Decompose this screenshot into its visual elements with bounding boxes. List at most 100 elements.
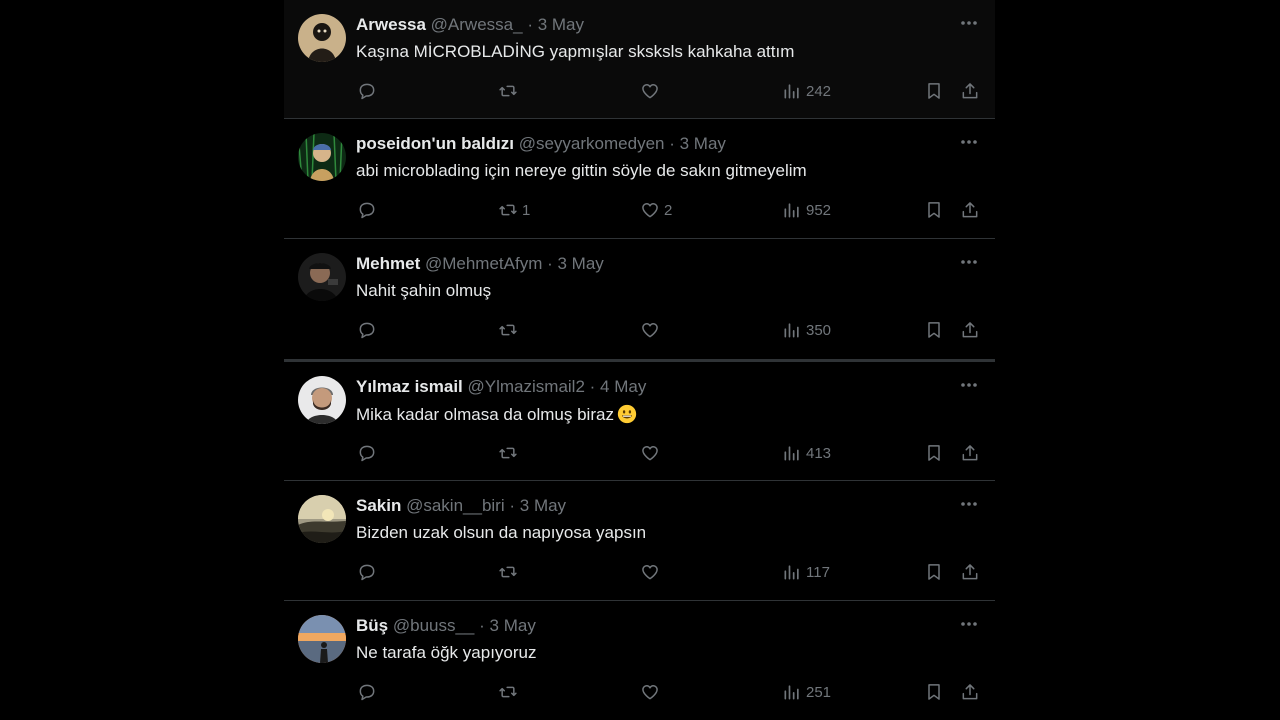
retweet-button[interactable] — [498, 80, 522, 102]
bookmark-button[interactable] — [924, 199, 944, 221]
user-handle[interactable]: @buuss__ — [393, 616, 475, 635]
tweet-date[interactable]: 3 May — [538, 15, 584, 34]
display-name[interactable]: Büş — [356, 616, 388, 635]
user-handle[interactable]: @MehmetAfym — [425, 254, 542, 273]
reply-icon — [359, 202, 375, 219]
like-button[interactable] — [640, 319, 664, 341]
tweet-text: Kaşına MİCROBLADİNG yapmışlar sksksls ka… — [356, 42, 795, 61]
more-options-button[interactable] — [959, 494, 979, 514]
more-options-button[interactable] — [959, 252, 979, 272]
tweet-header: Mehmet @MehmetAfym · 3 May — [356, 254, 604, 274]
display-name[interactable]: poseidon'un baldızı — [356, 134, 514, 153]
more-horizontal-icon — [961, 140, 977, 144]
views-button[interactable]: 952 — [782, 199, 831, 221]
grinning-face-emoji — [617, 404, 637, 424]
views-chart-icon — [784, 446, 799, 461]
share-button[interactable] — [960, 561, 980, 583]
avatar[interactable] — [298, 133, 346, 181]
display-name[interactable]: Mehmet — [356, 254, 420, 273]
bookmark-button[interactable] — [924, 681, 944, 703]
separator-dot: · — [509, 496, 516, 515]
tweet-text: Mika kadar olmasa da olmuş biraz — [356, 404, 637, 425]
share-button[interactable] — [960, 199, 980, 221]
retweet-icon — [499, 686, 517, 698]
tweet-text: Bizden uzak olsun da napıyosa yapsın — [356, 523, 647, 542]
views-button[interactable]: 251 — [782, 681, 831, 703]
more-options-button[interactable] — [959, 614, 979, 634]
retweet-icon — [499, 566, 517, 578]
tweet-date[interactable]: 3 May — [680, 134, 726, 153]
reply-icon — [359, 564, 375, 581]
more-horizontal-icon — [961, 502, 977, 506]
retweet-button[interactable]: 1 — [498, 199, 530, 221]
tweet-actions: 251 — [284, 681, 995, 703]
tweet-date[interactable]: 3 May — [520, 496, 566, 515]
avatar[interactable] — [298, 615, 346, 663]
display-name[interactable]: Arwessa — [356, 15, 426, 34]
reply-button[interactable] — [357, 681, 381, 703]
display-name[interactable]: Yılmaz ismail — [356, 377, 463, 396]
tweet[interactable]: Mehmet @MehmetAfym · 3 May Nahit şahin o… — [284, 239, 995, 362]
tweet[interactable]: Büş @buuss__ · 3 May Ne tarafa öğk yapıy… — [284, 601, 995, 720]
retweet-button[interactable] — [498, 442, 522, 464]
retweet-button[interactable] — [498, 561, 522, 583]
bookmark-button[interactable] — [924, 561, 944, 583]
more-options-button[interactable] — [959, 132, 979, 152]
share-button[interactable] — [960, 681, 980, 703]
user-handle[interactable]: @Ylmazismail2 — [468, 377, 585, 396]
display-name[interactable]: Sakin — [356, 496, 401, 515]
views-button[interactable]: 117 — [782, 561, 830, 583]
user-handle[interactable]: @sakin__biri — [406, 496, 505, 515]
avatar[interactable] — [298, 376, 346, 424]
retweet-button[interactable] — [498, 319, 522, 341]
more-options-button[interactable] — [959, 13, 979, 33]
like-button[interactable] — [640, 681, 664, 703]
share-button[interactable] — [960, 442, 980, 464]
avatar-image — [298, 376, 346, 424]
avatar[interactable] — [298, 14, 346, 62]
views-button[interactable]: 413 — [782, 442, 831, 464]
reply-button[interactable] — [357, 199, 381, 221]
reply-button[interactable] — [357, 561, 381, 583]
tweet-text: Nahit şahin olmuş — [356, 281, 492, 300]
bookmark-button[interactable] — [924, 80, 944, 102]
bookmark-icon — [928, 564, 940, 580]
share-button[interactable] — [960, 80, 980, 102]
user-handle[interactable]: @Arwessa_ — [431, 15, 523, 34]
tweet[interactable]: Sakin @sakin__biri · 3 May Bizden uzak o… — [284, 481, 995, 601]
avatar[interactable] — [298, 253, 346, 301]
tweet-date[interactable]: 3 May — [490, 616, 536, 635]
reply-icon — [359, 322, 375, 339]
like-button[interactable] — [640, 80, 664, 102]
bookmark-button[interactable] — [924, 319, 944, 341]
heart-icon — [642, 565, 658, 580]
share-icon — [962, 202, 978, 218]
views-button[interactable]: 350 — [782, 319, 831, 341]
tweet-header: Sakin @sakin__biri · 3 May — [356, 496, 566, 516]
tweet[interactable]: Yılmaz ismail @Ylmazismail2 · 4 May Mika… — [284, 362, 995, 481]
share-button[interactable] — [960, 319, 980, 341]
tweet[interactable]: Arwessa @Arwessa_ · 3 May Kaşına MİCROBL… — [284, 0, 995, 119]
like-button[interactable] — [640, 561, 664, 583]
like-button[interactable]: 2 — [640, 199, 672, 221]
bookmark-icon — [928, 83, 940, 99]
avatar-image — [298, 495, 346, 543]
tweet[interactable]: poseidon'un baldızı @seyyarkomedyen · 3 … — [284, 119, 995, 239]
reply-button[interactable] — [357, 80, 381, 102]
separator-dot: · — [527, 15, 533, 34]
view-count: 413 — [806, 444, 832, 462]
like-button[interactable] — [640, 442, 664, 464]
tweet-actions: 1 2 952 — [284, 199, 995, 221]
user-handle[interactable]: @seyyarkomedyen — [519, 134, 665, 153]
tweet-date[interactable]: 4 May — [600, 377, 646, 396]
views-button[interactable]: 242 — [782, 80, 831, 102]
more-options-button[interactable] — [959, 375, 979, 395]
separator-dot: · — [479, 616, 485, 635]
tweet-date[interactable]: 3 May — [558, 254, 604, 273]
tweet-actions: 350 — [284, 319, 995, 341]
avatar[interactable] — [298, 495, 346, 543]
reply-button[interactable] — [357, 442, 381, 464]
bookmark-button[interactable] — [924, 442, 944, 464]
retweet-button[interactable] — [498, 681, 522, 703]
reply-button[interactable] — [357, 319, 381, 341]
